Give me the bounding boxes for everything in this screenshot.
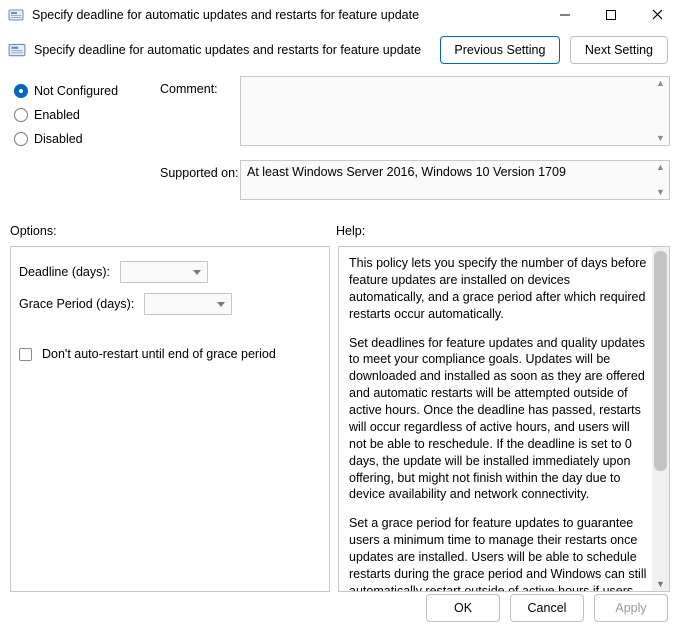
next-setting-button[interactable]: Next Setting bbox=[570, 36, 668, 64]
help-paragraph: This policy lets you specify the number … bbox=[349, 255, 647, 323]
supported-on-text: At least Windows Server 2016, Windows 10… bbox=[247, 165, 566, 179]
options-panel: Deadline (days): Grace Period (days): Do… bbox=[10, 246, 330, 592]
checkbox-icon[interactable] bbox=[19, 348, 32, 361]
supported-on-label: Supported on: bbox=[160, 160, 240, 180]
help-paragraph: Set deadlines for feature updates and qu… bbox=[349, 335, 647, 504]
minimize-button[interactable] bbox=[542, 0, 588, 30]
help-label: Help: bbox=[336, 224, 365, 238]
maximize-button[interactable] bbox=[588, 0, 634, 30]
comment-scroll[interactable]: ▲ ▼ bbox=[652, 77, 669, 145]
state-radio-group: Not Configured Enabled Disabled bbox=[10, 76, 160, 156]
radio-icon bbox=[14, 84, 28, 98]
footer: OK Cancel Apply bbox=[0, 586, 680, 630]
grace-period-label: Grace Period (days): bbox=[19, 297, 134, 311]
help-scrollbar[interactable]: ▲ ▼ bbox=[652, 247, 669, 591]
scroll-up-icon[interactable]: ▲ bbox=[652, 77, 669, 90]
radio-label: Not Configured bbox=[34, 84, 118, 98]
gpedit-policy-icon bbox=[8, 7, 24, 23]
dont-autorestart-label: Don't auto-restart until end of grace pe… bbox=[42, 347, 276, 361]
radio-icon bbox=[14, 132, 28, 146]
supported-scroll[interactable]: ▲ ▼ bbox=[652, 161, 669, 199]
dont-autorestart-row[interactable]: Don't auto-restart until end of grace pe… bbox=[19, 347, 321, 361]
deadline-label: Deadline (days): bbox=[19, 265, 110, 279]
scroll-down-icon[interactable]: ▼ bbox=[652, 132, 669, 145]
radio-not-configured[interactable]: Not Configured bbox=[14, 84, 160, 98]
cancel-button[interactable]: Cancel bbox=[510, 594, 584, 622]
window-title: Specify deadline for automatic updates a… bbox=[32, 8, 542, 22]
radio-disabled[interactable]: Disabled bbox=[14, 132, 160, 146]
ok-button[interactable]: OK bbox=[426, 594, 500, 622]
policy-title: Specify deadline for automatic updates a… bbox=[34, 43, 432, 57]
radio-label: Disabled bbox=[34, 132, 83, 146]
deadline-combobox[interactable] bbox=[120, 261, 208, 283]
supported-on-textbox: At least Windows Server 2016, Windows 10… bbox=[240, 160, 670, 200]
options-label: Options: bbox=[10, 224, 336, 238]
policy-icon bbox=[8, 41, 26, 59]
previous-setting-button[interactable]: Previous Setting bbox=[440, 36, 560, 64]
apply-button[interactable]: Apply bbox=[594, 594, 668, 622]
scroll-up-icon[interactable]: ▲ bbox=[652, 161, 669, 174]
scroll-down-icon[interactable]: ▼ bbox=[652, 186, 669, 199]
radio-enabled[interactable]: Enabled bbox=[14, 108, 160, 122]
titlebar: Specify deadline for automatic updates a… bbox=[0, 0, 680, 30]
close-button[interactable] bbox=[634, 0, 680, 30]
header: Specify deadline for automatic updates a… bbox=[0, 30, 680, 76]
grace-period-combobox[interactable] bbox=[144, 293, 232, 315]
comment-label: Comment: bbox=[160, 76, 240, 96]
scrollbar-thumb[interactable] bbox=[654, 251, 667, 471]
help-text: This policy lets you specify the number … bbox=[349, 255, 647, 592]
radio-label: Enabled bbox=[34, 108, 80, 122]
radio-icon bbox=[14, 108, 28, 122]
comment-textbox[interactable]: ▲ ▼ bbox=[240, 76, 670, 146]
help-panel: This policy lets you specify the number … bbox=[338, 246, 670, 592]
help-paragraph: Set a grace period for feature updates t… bbox=[349, 515, 647, 592]
